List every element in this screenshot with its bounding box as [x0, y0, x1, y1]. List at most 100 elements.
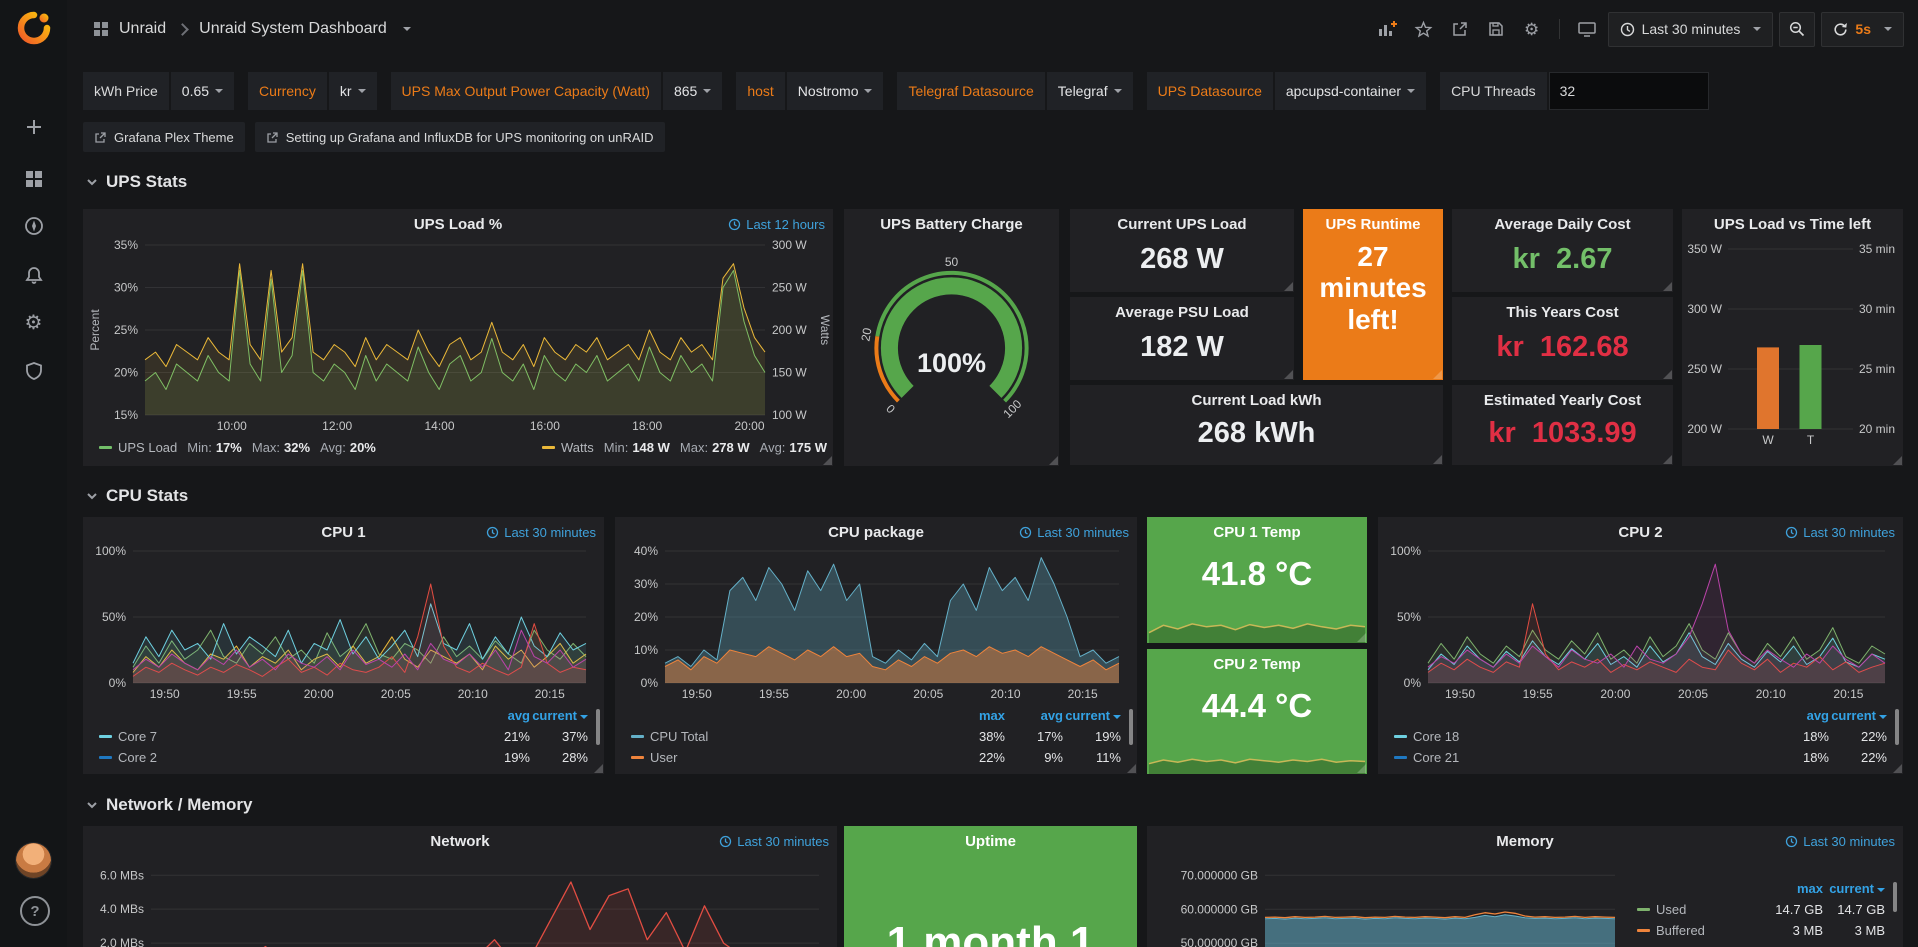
sidebar: ⚙ ? — [0, 0, 67, 947]
help-icon[interactable]: ? — [20, 896, 50, 926]
save-icon[interactable] — [1481, 14, 1511, 44]
legend-item[interactable]: Core 2 19% 28% — [99, 747, 588, 768]
star-icon[interactable] — [1409, 14, 1439, 44]
panel-title[interactable]: UPS Load vs Time left — [1688, 216, 1897, 233]
stat-value: kr 2.67 — [1452, 243, 1673, 276]
series-color-swatch — [631, 756, 644, 759]
panel-title[interactable]: Average Daily Cost — [1460, 216, 1665, 233]
legend: UPS Load Min:17% Max:32% Avg:20% Watts M… — [99, 440, 827, 455]
panel-uptime: Uptime 1 month 1 — [844, 826, 1137, 947]
refresh-icon — [1833, 22, 1848, 37]
variable-value-dropdown[interactable]: apcupsd-container — [1275, 72, 1426, 110]
settings-gear-icon[interactable]: ⚙ — [1517, 14, 1547, 44]
legend-scrollbar[interactable] — [1129, 709, 1133, 745]
create-icon[interactable] — [0, 105, 67, 149]
cpu-package-chart[interactable]: 40%30%20%10%0%19:5019:5520:0020:0520:102… — [619, 545, 1133, 703]
variable-ups-max-output: UPS Max Output Power Capacity (Watt) 865 — [391, 72, 723, 110]
legend-item[interactable]: Watts Min:148 W Max:278 W Avg:175 W — [542, 440, 827, 455]
svg-text:50: 50 — [945, 255, 959, 269]
breadcrumb-caret-icon[interactable] — [403, 27, 411, 31]
legend-item[interactable]: Core 21 18% 22% — [1394, 747, 1887, 768]
cpu2-chart[interactable]: 100%50%0%19:5019:5520:0020:0520:1020:15 — [1382, 545, 1899, 703]
section-ups-stats[interactable]: UPS Stats — [86, 172, 187, 192]
grafana-logo[interactable] — [15, 9, 53, 47]
dashboard-link-ups-guide[interactable]: Setting up Grafana and InfluxDB for UPS … — [255, 122, 665, 152]
refresh-caret-icon — [1884, 27, 1892, 31]
legend-sort-current[interactable]: current — [530, 708, 588, 723]
server-admin-shield-icon[interactable] — [0, 349, 67, 393]
legend-item[interactable]: User 22% 9% 11% — [631, 747, 1121, 768]
panel-title[interactable]: Current UPS Load — [1078, 216, 1286, 233]
ups-load-chart[interactable]: 35%30%25%20%15%300 W250 W200 W150 W100 W… — [87, 237, 829, 435]
variable-value-dropdown[interactable]: Nostromo — [787, 72, 884, 110]
legend: avg current Core 7 21% 37% Core 2 19% 28… — [99, 705, 588, 768]
load-vs-time-bar-chart[interactable]: 350 W300 W250 W200 W35 min30 min25 min20… — [1686, 239, 1899, 449]
panel-title[interactable]: This Years Cost — [1460, 304, 1665, 321]
legend-scrollbar[interactable] — [1895, 709, 1899, 745]
panel-time-override: Last 12 hours — [728, 217, 825, 232]
legend-sort-avg[interactable]: avg — [1771, 708, 1829, 723]
legend-item[interactable]: Buffered 3 MB 3 MB — [1637, 920, 1885, 941]
legend-scrollbar[interactable] — [1893, 882, 1897, 912]
legend-sort-avg[interactable]: avg — [1005, 708, 1063, 723]
variable-value-dropdown[interactable]: kr — [329, 72, 377, 110]
panel-title[interactable]: CPU 1 Temp — [1155, 524, 1359, 541]
zoom-out-button[interactable] — [1779, 12, 1815, 47]
svg-text:35 min: 35 min — [1859, 242, 1895, 256]
panel-title[interactable]: Uptime — [852, 833, 1129, 850]
alerting-bell-icon[interactable] — [0, 253, 67, 297]
legend-scrollbar[interactable] — [596, 709, 600, 745]
section-network-memory[interactable]: Network / Memory — [86, 795, 252, 815]
legend-item[interactable]: UPS Load Min:17% Max:32% Avg:20% — [99, 440, 542, 455]
variable-value-dropdown[interactable]: 0.65 — [171, 72, 234, 110]
panel-title[interactable]: CPU 2 Temp — [1155, 656, 1359, 673]
svg-text:19:50: 19:50 — [150, 687, 180, 701]
user-avatar[interactable] — [16, 843, 51, 878]
breadcrumb-app[interactable]: Unraid — [119, 20, 166, 38]
configuration-gear-icon[interactable]: ⚙ — [0, 301, 67, 345]
section-cpu-stats[interactable]: CPU Stats — [86, 486, 188, 506]
panel-title[interactable]: Network — [113, 833, 807, 850]
variable-value-dropdown[interactable]: 865 — [663, 72, 722, 110]
legend-item[interactable]: Core 7 21% 37% — [99, 726, 588, 747]
variable-value-dropdown[interactable]: Telegraf — [1047, 72, 1133, 110]
tv-mode-icon[interactable] — [1572, 14, 1602, 44]
refresh-picker[interactable]: 5s — [1821, 12, 1904, 47]
panel-title[interactable]: Estimated Yearly Cost — [1460, 392, 1665, 409]
cpu1-chart[interactable]: 100%50%0%19:5019:5520:0020:0520:1020:15 — [87, 545, 600, 703]
legend-sort-current[interactable]: current — [1063, 708, 1121, 723]
variable-label: host — [736, 72, 784, 110]
legend-sort-current[interactable]: current — [1823, 881, 1885, 896]
panel-title[interactable]: Current Load kWh — [1078, 392, 1435, 409]
svg-text:200 W: 200 W — [772, 323, 807, 337]
panel-title[interactable]: UPS Battery Charge — [852, 216, 1051, 233]
panel-title[interactable]: UPS Load % — [113, 216, 803, 233]
dashboard-link-plex-theme[interactable]: Grafana Plex Theme — [83, 122, 245, 152]
legend-sort-avg[interactable]: avg — [472, 708, 530, 723]
time-range-picker[interactable]: Last 30 minutes — [1608, 12, 1774, 47]
legend-sort-current[interactable]: current — [1829, 708, 1887, 723]
panel-title[interactable]: UPS Runtime — [1309, 216, 1437, 233]
variable-label: Telegraf Datasource — [897, 72, 1044, 110]
explore-compass-icon[interactable] — [0, 204, 67, 248]
battery-gauge[interactable]: 02050100100% — [848, 239, 1055, 457]
share-icon[interactable] — [1445, 14, 1475, 44]
dashboards-icon[interactable] — [0, 157, 67, 201]
breadcrumb-page-title[interactable]: Unraid System Dashboard — [199, 20, 387, 38]
series-color-swatch — [1394, 756, 1407, 759]
cpu-threads-input[interactable] — [1549, 72, 1709, 110]
add-panel-icon[interactable] — [1373, 14, 1403, 44]
legend-item[interactable]: Core 18 18% 22% — [1394, 726, 1887, 747]
legend-sort-max[interactable]: max — [1761, 881, 1823, 896]
legend-item[interactable]: Used 14.7 GB 14.7 GB — [1637, 899, 1885, 920]
memory-chart[interactable]: 70.000000 GB60.000000 GB50.000000 GB — [1153, 854, 1623, 947]
panel-title[interactable]: Memory — [1177, 833, 1873, 850]
svg-text:40%: 40% — [634, 544, 658, 558]
svg-text:14:00: 14:00 — [424, 419, 454, 433]
panel-this-years-cost: This Years Cost kr 162.68 — [1452, 297, 1673, 380]
network-chart[interactable]: 6.0 MBs4.0 MBs2.0 MBs — [87, 854, 833, 947]
svg-text:4.0 MBs: 4.0 MBs — [100, 902, 144, 916]
panel-title[interactable]: Average PSU Load — [1078, 304, 1286, 321]
legend-item[interactable]: CPU Total 38% 17% 19% — [631, 726, 1121, 747]
legend-sort-max[interactable]: max — [947, 708, 1005, 723]
